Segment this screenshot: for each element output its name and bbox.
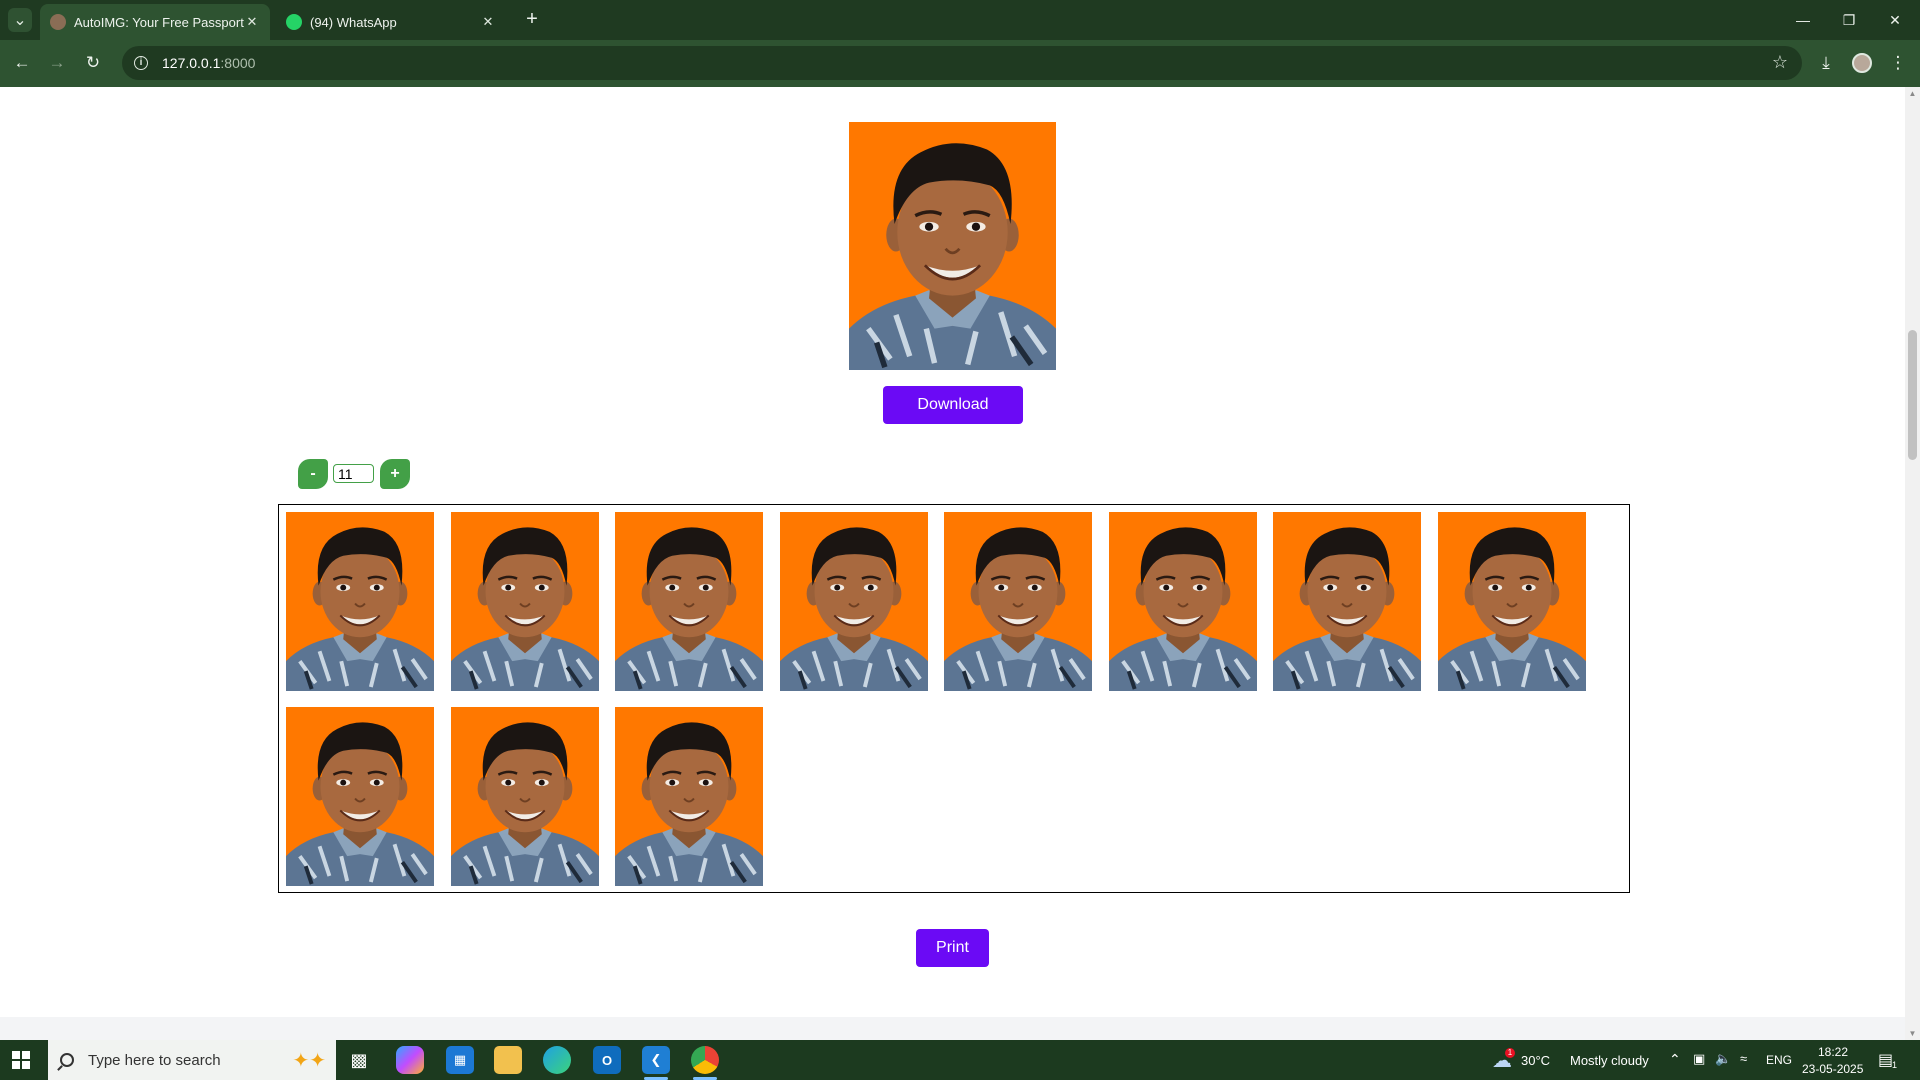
passport-photo-copy xyxy=(1109,512,1257,691)
clock-date[interactable]: 23-05-2025 xyxy=(1802,1062,1863,1076)
close-icon[interactable]: ✕ xyxy=(244,14,260,30)
notification-count: 1 xyxy=(1892,1060,1898,1070)
page-viewport: Download - + Print ▲ ▼ xyxy=(0,87,1920,1040)
tray-overflow-chevron-icon[interactable]: ⌃ xyxy=(1669,1051,1681,1068)
print-sheet xyxy=(278,504,1630,893)
vscode-icon[interactable]: ❮ xyxy=(642,1046,670,1074)
scroll-down-icon[interactable]: ▼ xyxy=(1908,1029,1917,1038)
passport-photo-copy xyxy=(286,707,434,886)
outlook-icon[interactable]: O xyxy=(593,1046,621,1074)
passport-photo-copy xyxy=(451,512,599,691)
quantity-input[interactable] xyxy=(333,464,374,483)
scroll-up-icon[interactable]: ▲ xyxy=(1908,89,1917,98)
bookmark-star-icon[interactable]: ☆ xyxy=(1772,52,1788,73)
tab-title: (94) WhatsApp xyxy=(310,14,397,30)
reload-icon[interactable]: ↻ xyxy=(80,50,106,76)
meet-now-icon[interactable]: ▣ xyxy=(1693,1051,1705,1067)
download-button[interactable]: Download xyxy=(883,386,1023,424)
copilot-icon[interactable] xyxy=(396,1046,424,1074)
clock-time[interactable]: 18:22 xyxy=(1818,1045,1848,1059)
passport-photo-copy xyxy=(615,707,763,886)
passport-photo-copy xyxy=(944,512,1092,691)
volume-icon[interactable]: 🔈 xyxy=(1715,1051,1731,1067)
microsoft-store-icon[interactable]: ▦ xyxy=(446,1046,474,1074)
minimize-icon[interactable]: — xyxy=(1780,0,1826,40)
site-info-icon[interactable]: i xyxy=(134,56,148,70)
weather-alert-badge: 1 xyxy=(1505,1048,1515,1058)
url-text: 127.0.0.1:8000 xyxy=(162,55,256,71)
kebab-menu-icon[interactable]: ⋮ xyxy=(1885,50,1911,76)
task-view-icon[interactable]: ▩ xyxy=(345,1046,373,1074)
search-icon xyxy=(60,1053,74,1067)
network-wifi-icon[interactable]: ≈ xyxy=(1740,1051,1747,1066)
back-arrow-icon[interactable]: ← xyxy=(9,50,35,76)
passport-photo-copy xyxy=(451,707,599,886)
close-icon[interactable]: ✕ xyxy=(480,14,496,30)
page-scrollbar[interactable]: ▲ ▼ xyxy=(1905,87,1920,1040)
print-button[interactable]: Print xyxy=(916,929,989,967)
windows-start-icon[interactable] xyxy=(12,1051,30,1069)
scrollbar-thumb[interactable] xyxy=(1908,330,1917,460)
browser-tab-bar: ⌄ AutoIMG: Your Free Passport to ✕ (94) … xyxy=(0,0,1920,40)
taskbar-search-box[interactable]: Type here to search ✦✦ xyxy=(48,1040,336,1080)
passport-photo-copy xyxy=(615,512,763,691)
language-indicator[interactable]: ENG xyxy=(1766,1053,1792,1067)
copilot-sparkle-icon: ✦✦ xyxy=(292,1050,326,1072)
footer-strip xyxy=(0,1017,1905,1040)
passport-photo-preview xyxy=(849,122,1056,370)
chrome-icon[interactable] xyxy=(691,1046,719,1074)
passport-photo-copy xyxy=(1273,512,1421,691)
search-placeholder: Type here to search xyxy=(88,1051,221,1069)
restore-icon[interactable]: ❐ xyxy=(1826,0,1872,40)
autoimg-favicon-icon xyxy=(50,14,66,30)
new-tab-plus-icon[interactable]: + xyxy=(520,8,544,32)
passport-photo-copy xyxy=(286,512,434,691)
forward-arrow-icon[interactable]: → xyxy=(44,50,70,76)
tab-title: AutoIMG: Your Free Passport to xyxy=(74,14,244,30)
address-bar[interactable]: i 127.0.0.1:8000 ☆ xyxy=(122,46,1802,80)
windows-taskbar: Type here to search ✦✦ ▩ ▦ O ❮ ☁ 1 30°C … xyxy=(0,1040,1920,1080)
quantity-increment-button[interactable]: + xyxy=(380,459,410,489)
tab-search-chevron-icon[interactable]: ⌄ xyxy=(8,8,32,32)
weather-temp[interactable]: 30°C xyxy=(1521,1053,1550,1068)
quantity-decrement-button[interactable]: - xyxy=(298,459,328,489)
profile-avatar[interactable] xyxy=(1849,50,1875,76)
window-close-icon[interactable]: ✕ xyxy=(1872,0,1918,40)
edge-browser-icon[interactable] xyxy=(543,1046,571,1074)
tab-autoimg[interactable]: AutoIMG: Your Free Passport to ✕ xyxy=(40,4,270,40)
passport-photo-copy xyxy=(780,512,928,691)
file-explorer-icon[interactable] xyxy=(494,1046,522,1074)
download-icon[interactable]: ⤓ xyxy=(1813,50,1839,76)
whatsapp-favicon-icon xyxy=(286,14,302,30)
weather-condition[interactable]: Mostly cloudy xyxy=(1570,1053,1649,1068)
browser-toolbar: ← → ↻ i 127.0.0.1:8000 ☆ ⤓ ⋮ xyxy=(0,40,1920,87)
passport-photo-copy xyxy=(1438,512,1586,691)
notification-center-icon[interactable]: ▤ xyxy=(1878,1050,1893,1070)
tab-whatsapp[interactable]: (94) WhatsApp ✕ xyxy=(276,4,506,40)
